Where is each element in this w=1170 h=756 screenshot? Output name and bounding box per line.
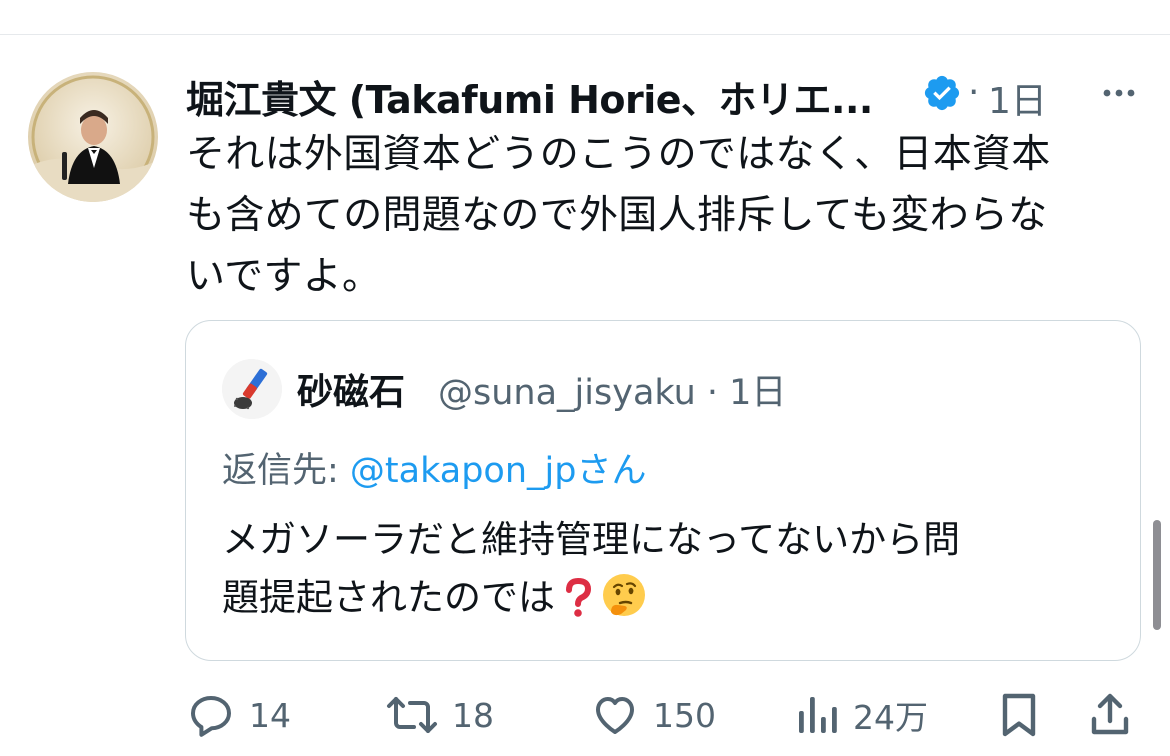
share-icon [1091,693,1129,735]
like-count: 150 [653,695,716,735]
reply-suffix: さん [576,451,647,491]
reply-icon [191,696,231,737]
heart-icon [596,697,634,734]
red-question-icon [566,577,592,617]
quoted-author-avatar[interactable] [222,359,282,419]
avatar-image [28,72,158,202]
tweet-text-line: いですよ。 [186,254,382,299]
like-button[interactable]: 150 [591,688,716,742]
reply-prefix: 返信先: [222,451,350,491]
tweet-text: それは外国資本どうのこうのではなく、日本資本 も含めての問題なので外国人排斥して… [186,124,1136,307]
bookmark-button[interactable] [997,688,1041,742]
quoted-text-line: メガソーラだと維持管理になってないから問 [222,518,961,561]
question-mark-emoji: ❓ [561,577,595,635]
reply-count: 14 [249,695,291,735]
thinking-face-icon [603,574,645,616]
tweet-text-line: それは外国資本どうのこうのではなく、日本資本 [186,132,1051,177]
quoted-handle-time: @suna_jisyaku · 1日 [438,373,787,413]
share-button[interactable] [1088,688,1132,742]
scrollbar[interactable] [1153,520,1161,630]
separator-dot: · [968,72,980,113]
author-name[interactable]: 堀江貴文 (Takafumi Horie、ホリエ... [186,69,914,124]
retweet-button[interactable]: 18 [386,688,494,742]
more-options-icon[interactable] [1098,72,1140,114]
magnet-sand-image [222,359,282,419]
top-divider [0,34,1170,35]
retweet-count: 18 [452,695,494,735]
verified-badge-icon [924,75,960,111]
tweet-text-line: も含めての問題なので外国人排斥しても変わらな [186,193,1048,238]
quoted-tweet-card[interactable]: 砂磁石 @suna_jisyaku · 1日 返信先: @takapon_jpさ… [185,320,1141,661]
views-chart-icon [799,697,837,733]
view-count: 24万 [853,698,928,737]
tweet-time[interactable]: 1日 [988,72,1047,124]
quoted-author-name[interactable]: 砂磁石 [297,363,405,415]
reply-context: 返信先: @takapon_jpさん [222,442,646,493]
quoted-text-line-2: 題提起されたのでは❓🤔 [222,569,1102,635]
quoted-text-line-content: 題提起されたのでは [222,576,555,619]
reply-button[interactable]: 14 [187,688,291,742]
quoted-tweet-text: メガソーラだと維持管理になってないから問 題提起されたのでは❓🤔 [222,511,1102,635]
reply-mention-link[interactable]: @takapon_jp [350,451,577,491]
bookmark-icon [1002,693,1036,737]
views-button[interactable]: 24万 [795,688,928,742]
author-avatar[interactable] [28,72,158,202]
retweet-icon [387,697,437,733]
thinking-face-emoji: 🤔 [601,572,647,635]
tweet-action-bar: 14 18 150 24万 [0,680,1170,750]
tweet-header: 堀江貴文 (Takafumi Horie、ホリエ... · 1日 [186,64,1146,122]
